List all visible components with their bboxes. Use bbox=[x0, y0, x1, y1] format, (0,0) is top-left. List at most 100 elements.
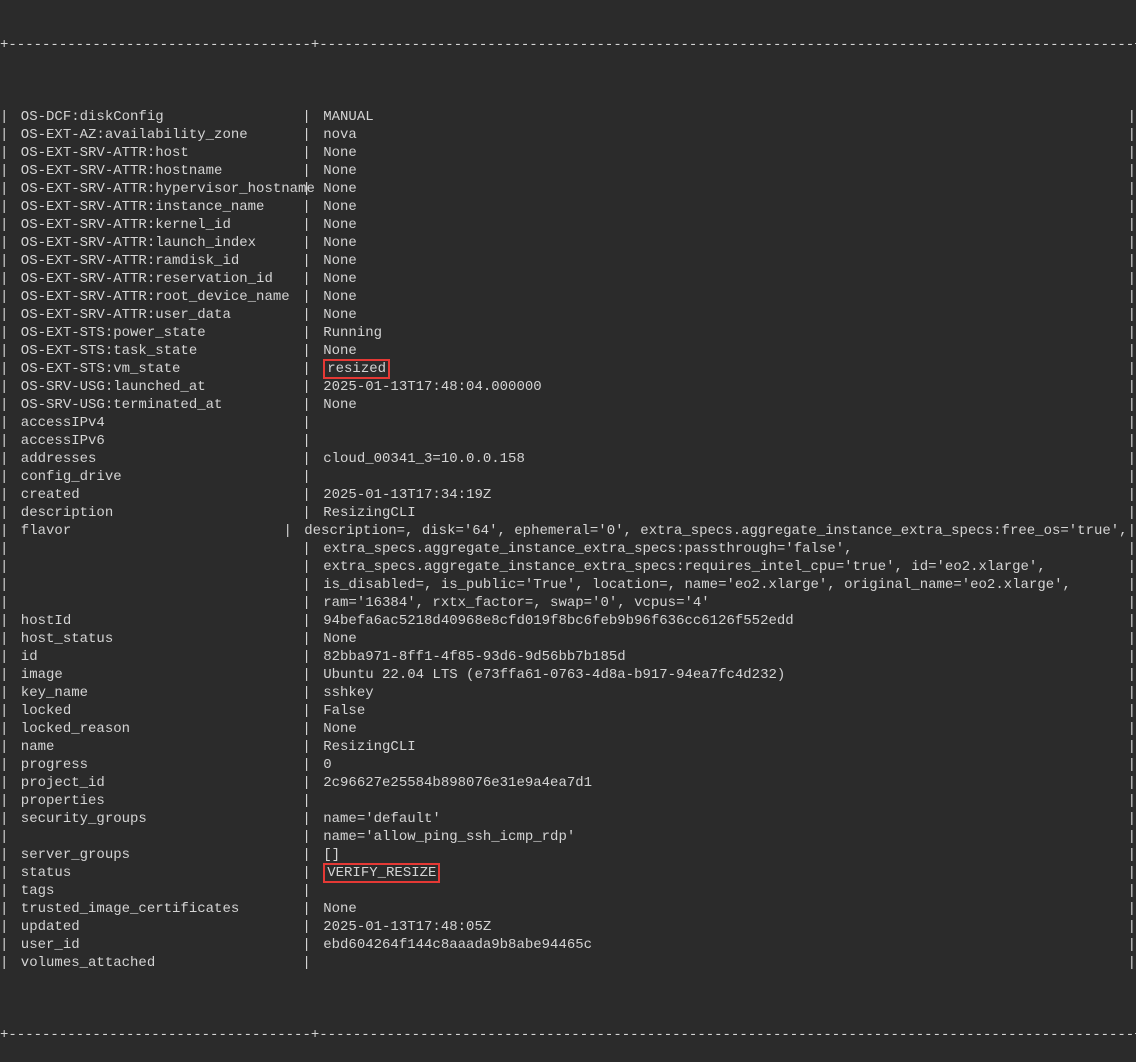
pipe: | bbox=[302, 198, 310, 216]
pipe: | bbox=[0, 576, 8, 594]
table-row: | OS-EXT-SRV-ATTR:user_data| None| bbox=[0, 306, 1136, 324]
pipe: | bbox=[1128, 756, 1136, 774]
pipe: | bbox=[302, 846, 310, 864]
table-row: | OS-EXT-STS:power_state| Running| bbox=[0, 324, 1136, 342]
pipe: | bbox=[302, 252, 310, 270]
pipe: | bbox=[1128, 288, 1136, 306]
pipe: | bbox=[1128, 396, 1136, 414]
pipe: | bbox=[302, 558, 310, 576]
field-value: resized bbox=[311, 360, 1128, 378]
pipe: | bbox=[0, 306, 8, 324]
dash-left: ------------------------------------ bbox=[8, 1026, 310, 1044]
pipe: | bbox=[0, 594, 8, 612]
field-name: OS-DCF:diskConfig bbox=[8, 108, 302, 126]
field-value: None bbox=[311, 342, 1128, 360]
dash-left: ------------------------------------ bbox=[8, 36, 310, 54]
field-value: None bbox=[311, 162, 1128, 180]
pipe: | bbox=[302, 126, 310, 144]
pipe: | bbox=[1128, 234, 1136, 252]
field-value: description=, disk='64', ephemeral='0', … bbox=[292, 522, 1128, 540]
pipe: | bbox=[0, 774, 8, 792]
pipe: | bbox=[0, 846, 8, 864]
field-name: addresses bbox=[8, 450, 302, 468]
pipe: | bbox=[1128, 576, 1136, 594]
pipe: | bbox=[0, 720, 8, 738]
pipe: | bbox=[302, 414, 310, 432]
pipe: | bbox=[0, 792, 8, 810]
pipe: | bbox=[1128, 648, 1136, 666]
pipe: | bbox=[302, 702, 310, 720]
pipe: | bbox=[1128, 720, 1136, 738]
pipe: | bbox=[0, 342, 8, 360]
field-name: server_groups bbox=[8, 846, 302, 864]
pipe: | bbox=[1128, 666, 1136, 684]
field-name: OS-SRV-USG:terminated_at bbox=[8, 396, 302, 414]
pipe: | bbox=[302, 882, 310, 900]
pipe: | bbox=[0, 468, 8, 486]
table-row: | description| ResizingCLI| bbox=[0, 504, 1136, 522]
field-value: nova bbox=[311, 126, 1128, 144]
pipe: | bbox=[1128, 810, 1136, 828]
table-row: | host_status| None| bbox=[0, 630, 1136, 648]
field-value: MANUAL bbox=[311, 108, 1128, 126]
pipe: | bbox=[1128, 486, 1136, 504]
field-value: ResizingCLI bbox=[311, 504, 1128, 522]
pipe: | bbox=[302, 324, 310, 342]
field-value: 0 bbox=[311, 756, 1128, 774]
table-row: | OS-EXT-SRV-ATTR:kernel_id| None| bbox=[0, 216, 1136, 234]
pipe: | bbox=[302, 810, 310, 828]
pipe: | bbox=[302, 918, 310, 936]
field-name: project_id bbox=[8, 774, 302, 792]
pipe: | bbox=[302, 486, 310, 504]
pipe: | bbox=[1128, 144, 1136, 162]
pipe: | bbox=[0, 648, 8, 666]
table-row: | tags| | bbox=[0, 882, 1136, 900]
table-row: | server_groups| []| bbox=[0, 846, 1136, 864]
pipe: | bbox=[302, 594, 310, 612]
field-value: ResizingCLI bbox=[311, 738, 1128, 756]
pipe: | bbox=[1128, 936, 1136, 954]
pipe: | bbox=[0, 414, 8, 432]
table-row: | updated| 2025-01-13T17:48:05Z| bbox=[0, 918, 1136, 936]
pipe: | bbox=[1128, 612, 1136, 630]
table-row: | trusted_image_certificates| None| bbox=[0, 900, 1136, 918]
field-name: trusted_image_certificates bbox=[8, 900, 302, 918]
field-name: OS-EXT-STS:vm_state bbox=[8, 360, 302, 378]
pipe: | bbox=[302, 144, 310, 162]
pipe: | bbox=[0, 234, 8, 252]
pipe: | bbox=[1128, 594, 1136, 612]
table-row: | OS-EXT-SRV-ATTR:ramdisk_id| None| bbox=[0, 252, 1136, 270]
pipe: | bbox=[0, 756, 8, 774]
pipe: | bbox=[302, 270, 310, 288]
pipe: | bbox=[0, 288, 8, 306]
pipe: | bbox=[0, 162, 8, 180]
field-name: status bbox=[8, 864, 302, 882]
field-name bbox=[8, 540, 302, 558]
field-value: ebd604264f144c8aaada9b8abe94465c bbox=[311, 936, 1128, 954]
field-name: volumes_attached bbox=[8, 954, 302, 972]
pipe: | bbox=[0, 378, 8, 396]
table-row: | OS-EXT-SRV-ATTR:instance_name| None| bbox=[0, 198, 1136, 216]
field-value: None bbox=[311, 180, 1128, 198]
pipe: | bbox=[0, 936, 8, 954]
field-name: OS-EXT-SRV-ATTR:ramdisk_id bbox=[8, 252, 302, 270]
table-row: | OS-EXT-STS:task_state| None| bbox=[0, 342, 1136, 360]
table-row: | OS-EXT-SRV-ATTR:hypervisor_hostname| N… bbox=[0, 180, 1136, 198]
table-row: | | name='allow_ping_ssh_icmp_rdp'| bbox=[0, 828, 1136, 846]
pipe: | bbox=[1128, 522, 1136, 540]
field-value: None bbox=[311, 234, 1128, 252]
field-value: 2c96627e25584b898076e31e9a4ea7d1 bbox=[311, 774, 1128, 792]
field-value bbox=[311, 882, 1128, 900]
field-name bbox=[8, 558, 302, 576]
table-row: | image| Ubuntu 22.04 LTS (e73ffa61-0763… bbox=[0, 666, 1136, 684]
pipe: | bbox=[302, 666, 310, 684]
field-value: sshkey bbox=[311, 684, 1128, 702]
field-value: cloud_00341_3=10.0.0.158 bbox=[311, 450, 1128, 468]
field-name: flavor bbox=[8, 522, 283, 540]
table-row: | properties| | bbox=[0, 792, 1136, 810]
field-name: OS-EXT-SRV-ATTR:hypervisor_hostname bbox=[8, 180, 302, 198]
table-row: | OS-EXT-AZ:availability_zone| nova| bbox=[0, 126, 1136, 144]
table-top-separator: +------------------------------------+--… bbox=[0, 36, 1136, 54]
pipe: | bbox=[0, 126, 8, 144]
pipe: | bbox=[302, 720, 310, 738]
